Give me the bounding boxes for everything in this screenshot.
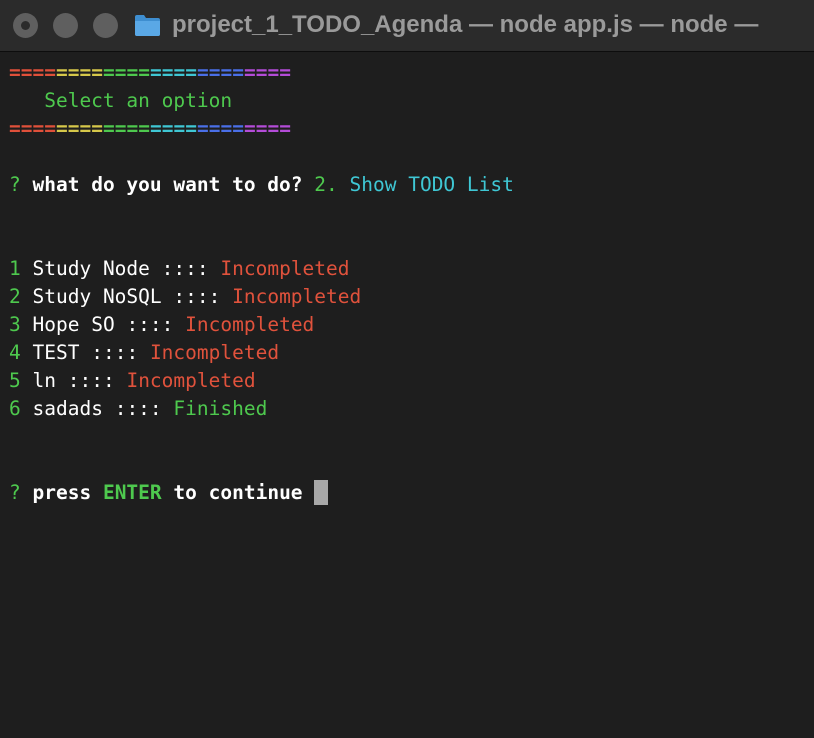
todo-list: 1 Study Node :::: Incompleted 2 Study NoS… [9, 255, 809, 423]
folder-icon [135, 15, 160, 36]
todo-separator: :::: [67, 369, 115, 392]
prompt-text-after: to continue [173, 481, 303, 504]
minimize-button[interactable] [53, 13, 78, 38]
todo-name: Hope SO [32, 313, 115, 336]
terminal-output[interactable]: ======================== Select an optio… [9, 59, 809, 507]
todo-item: 4 TEST :::: Incompleted [9, 339, 809, 367]
prompt-text-before: press [32, 481, 92, 504]
todo-item: 5 ln :::: Incompleted [9, 367, 809, 395]
menu-title: Select an option [9, 89, 233, 112]
todo-item: 6 sadads :::: Finished [9, 395, 809, 423]
menu-separator-bottom: ======================== [9, 117, 291, 140]
prompt-question: what do you want to do? [32, 173, 303, 196]
prompt-key: ENTER [102, 481, 162, 504]
prompt-answer-number: 2. [314, 173, 338, 196]
title-bar: project_1_TODO_Agenda — node app.js — no… [0, 0, 814, 52]
todo-index: 3 [9, 313, 21, 336]
todo-name: Study NoSQL [32, 285, 162, 308]
todo-index: 5 [9, 369, 21, 392]
prompt-mark: ? [9, 173, 21, 196]
todo-status: Incompleted [126, 369, 256, 392]
close-button[interactable] [13, 13, 38, 38]
todo-name: Study Node [32, 257, 150, 280]
todo-separator: :::: [161, 257, 209, 280]
todo-separator: :::: [114, 397, 162, 420]
todo-name: ln [32, 369, 56, 392]
todo-status: Incompleted [149, 341, 280, 364]
menu-separator-top: ======================== [9, 61, 291, 84]
todo-item: 2 Study NoSQL :::: Incompleted [9, 283, 809, 311]
todo-status: Incompleted [232, 285, 362, 308]
prompt-mark: ? [9, 481, 21, 504]
todo-index: 1 [9, 257, 21, 280]
todo-item: 3 Hope SO :::: Incompleted [9, 311, 809, 339]
todo-status: Incompleted [185, 313, 315, 336]
todo-status: Finished [173, 397, 268, 420]
terminal-window: project_1_TODO_Agenda — node app.js — no… [0, 0, 814, 738]
menu-prompt: ? what do you want to do? 2. Show TODO L… [9, 171, 809, 199]
todo-separator: :::: [126, 313, 174, 336]
todo-item: 1 Study Node :::: Incompleted [9, 255, 809, 283]
todo-status: Incompleted [220, 257, 350, 280]
todo-name: TEST [32, 341, 80, 364]
todo-separator: :::: [91, 341, 139, 364]
todo-index: 6 [9, 397, 21, 420]
prompt-answer-text: Show TODO List [349, 173, 514, 196]
todo-index: 2 [9, 285, 21, 308]
continue-prompt: ? press ENTER to continue [9, 479, 809, 507]
todo-separator: :::: [173, 285, 221, 308]
text-cursor [314, 480, 329, 505]
window-title: project_1_TODO_Agenda — node app.js — no… [172, 11, 759, 38]
todo-index: 4 [9, 341, 21, 364]
todo-name: sadads [32, 397, 103, 420]
zoom-button[interactable] [93, 13, 118, 38]
